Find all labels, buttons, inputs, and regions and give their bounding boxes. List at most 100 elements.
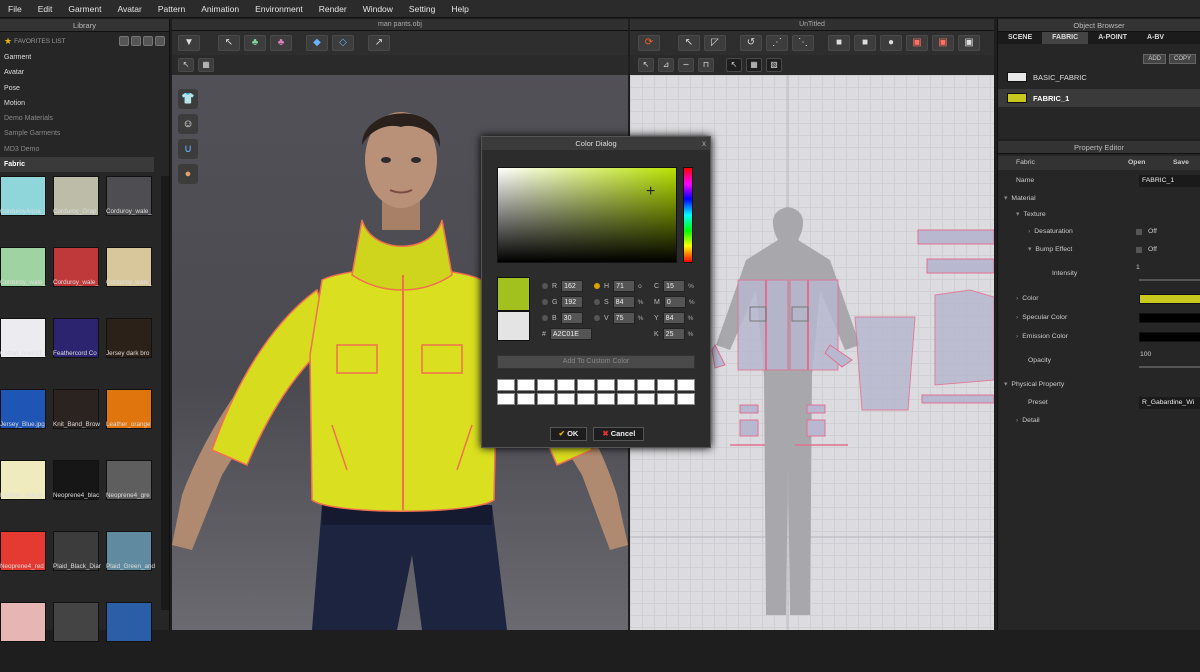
magenta-input[interactable]: 0 <box>663 296 686 308</box>
segment-sewing-icon[interactable]: ↖ <box>638 58 654 72</box>
library-item[interactable]: Motion <box>0 96 169 111</box>
fold-tool-icon[interactable]: ◆ <box>306 35 328 51</box>
custom-color-slot[interactable] <box>617 393 635 405</box>
green-radio[interactable] <box>542 299 548 305</box>
custom-color-slot[interactable] <box>497 379 515 391</box>
hex-input[interactable]: A2C01E <box>549 328 592 340</box>
simulate-garment-icon[interactable]: ♣ <box>244 35 266 51</box>
material-row[interactable]: ▾ Material <box>998 192 1200 206</box>
ok-button[interactable]: ✔ OK <box>549 427 588 441</box>
tab-a-bv[interactable]: A-BV <box>1137 32 1174 44</box>
fabric-swatch[interactable]: Plaid_Black_Diar <box>53 531 105 601</box>
add-point-icon[interactable]: ⋰ <box>766 35 788 51</box>
intensity-value[interactable]: 1 <box>1136 261 1140 275</box>
menu-item[interactable]: Help <box>443 4 476 14</box>
circle-icon[interactable]: ● <box>880 35 902 51</box>
desaturation-checkbox[interactable] <box>1136 229 1142 235</box>
transform-pattern-icon[interactable]: ↖ <box>678 35 700 51</box>
custom-color-slot[interactable] <box>577 379 595 391</box>
add-custom-color-button[interactable]: Add To Custom Color <box>497 355 695 369</box>
menu-item[interactable]: Avatar <box>109 4 149 14</box>
library-scrollbar[interactable] <box>161 176 169 610</box>
red-input[interactable]: 162 <box>561 280 584 292</box>
name-input[interactable]: FABRIC_1 <box>1139 175 1200 187</box>
library-item[interactable]: Fabric <box>0 157 154 173</box>
arrange-tool-icon[interactable]: ◇ <box>332 35 354 51</box>
fabric-swatch[interactable] <box>106 602 158 672</box>
red-radio[interactable] <box>542 283 548 289</box>
cyan-input[interactable]: 15 <box>663 280 686 292</box>
custom-color-slot[interactable] <box>517 393 535 405</box>
fabric-swatch[interactable]: Cotton_linen31_ <box>0 318 52 388</box>
custom-color-slot[interactable] <box>637 393 655 405</box>
key-input[interactable]: 25 <box>662 328 685 340</box>
edit-sewing-icon[interactable]: ∽ <box>678 58 694 72</box>
menu-item[interactable]: Window <box>355 4 401 14</box>
saturation-input[interactable]: 84 <box>612 296 635 308</box>
fabric-swatch[interactable]: Knit_Band_Brow <box>53 389 105 459</box>
simulate-avatar-icon[interactable]: ♣ <box>270 35 292 51</box>
menu-item[interactable]: Environment <box>247 4 311 14</box>
select-mesh-tool-icon[interactable]: ↖ <box>218 35 240 51</box>
fabric-swatch[interactable]: Leather_yellow <box>0 460 52 530</box>
tack-icon[interactable]: ⊓ <box>698 58 714 72</box>
menu-item[interactable]: Setting <box>401 4 443 14</box>
save-button[interactable]: Save <box>1173 156 1189 170</box>
free-sewing-icon[interactable]: ⊿ <box>658 58 674 72</box>
copy-button[interactable]: COPY <box>1168 54 1196 64</box>
fabric-swatch[interactable] <box>53 602 105 672</box>
hue-radio[interactable] <box>594 283 600 289</box>
close-icon[interactable]: x <box>702 137 706 150</box>
library-item[interactable]: Sample Garments <box>0 126 169 141</box>
fabric-swatch[interactable]: Jersey dark bro <box>106 318 158 388</box>
fabric-swatch[interactable]: Corduroy_wale_ <box>106 176 158 246</box>
green-input[interactable]: 192 <box>561 296 584 308</box>
tab-fabric[interactable]: FABRIC <box>1042 32 1089 44</box>
custom-color-slot[interactable] <box>677 379 695 391</box>
library-item[interactable]: MD3 Demo <box>0 142 169 157</box>
add-folder-icon[interactable] <box>131 36 141 46</box>
select-move-tool-icon[interactable]: ▼ <box>178 35 200 51</box>
custom-color-slot[interactable] <box>537 379 555 391</box>
fabric-swatch[interactable]: Feathercord Co <box>53 318 105 388</box>
bump-effect-checkbox[interactable] <box>1136 247 1142 253</box>
menu-item[interactable]: Garment <box>60 4 109 14</box>
custom-color-slot[interactable] <box>597 393 615 405</box>
fabric-swatch[interactable]: Neoprene4_red <box>0 531 52 601</box>
add-button[interactable]: ADD <box>1143 54 1166 64</box>
fabric-swatch[interactable]: Neoprene4_blac <box>53 460 105 530</box>
fabric-swatch[interactable]: Corduroy_wale_ <box>106 247 158 317</box>
custom-color-slot[interactable] <box>677 393 695 405</box>
custom-color-slot[interactable] <box>597 379 615 391</box>
blue-input[interactable]: 30 <box>560 312 583 324</box>
specular-color-swatch[interactable] <box>1139 313 1200 323</box>
fabric-swatch[interactable] <box>0 602 52 672</box>
intensity-slider[interactable] <box>1139 279 1200 281</box>
fabric-swatch[interactable]: Neoprene4_gre <box>106 460 158 530</box>
fabric-swatch[interactable]: Jersey_Blue.jpg <box>0 389 52 459</box>
refresh-icon[interactable] <box>119 36 129 46</box>
internal-polygon-icon[interactable]: ▣ <box>906 35 928 51</box>
curve-point-icon[interactable]: ⋱ <box>792 35 814 51</box>
select-point-icon[interactable]: ↖ <box>178 58 194 72</box>
custom-color-slot[interactable] <box>557 393 575 405</box>
favorites-label[interactable]: FAVORITES LIST <box>14 38 66 45</box>
fabric-swatch[interactable]: Corduroy_Grap <box>53 176 105 246</box>
custom-color-slot[interactable] <box>537 393 555 405</box>
hue-slider[interactable] <box>683 167 693 263</box>
color-swatch[interactable] <box>1139 294 1200 304</box>
fabric-list-item[interactable]: BASIC_FABRIC <box>998 68 1200 86</box>
menu-item[interactable]: Render <box>311 4 355 14</box>
library-item[interactable]: Pose <box>0 81 169 96</box>
fabric-swatch[interactable]: Corduroy_wale_ <box>53 247 105 317</box>
blue-radio[interactable] <box>542 315 548 321</box>
pin-tool-icon[interactable]: ↗ <box>368 35 390 51</box>
open-button[interactable]: Open <box>1128 156 1145 170</box>
opacity-value[interactable]: 100 <box>1140 348 1151 362</box>
rectangle-icon[interactable]: ■ <box>854 35 876 51</box>
cancel-button[interactable]: ✖ Cancel <box>593 427 645 441</box>
hue-input[interactable]: 71 <box>613 280 636 292</box>
texture-grid-icon[interactable]: ▦ <box>746 58 762 72</box>
texture-row[interactable]: ▾ Texture <box>998 208 1200 222</box>
sync-icon[interactable]: ⟳ <box>638 35 660 51</box>
